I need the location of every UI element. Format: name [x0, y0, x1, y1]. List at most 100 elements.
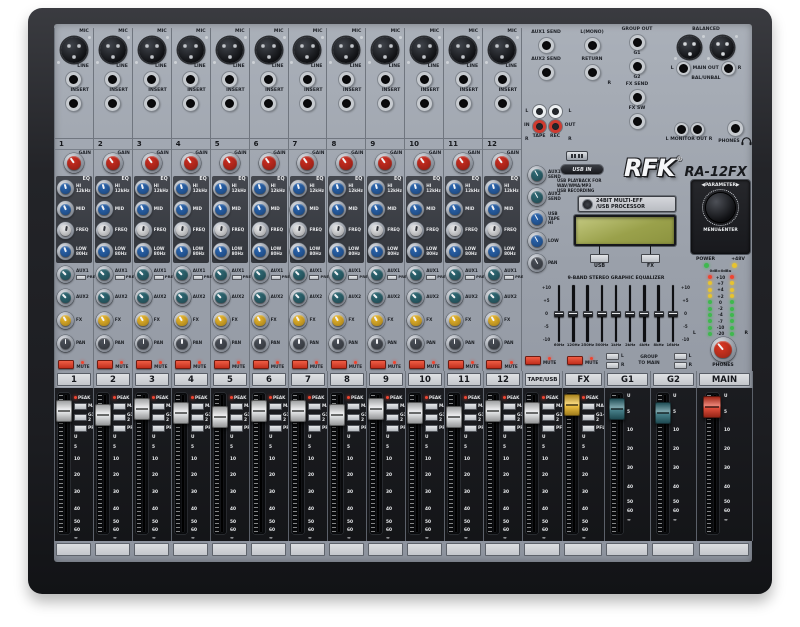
channel-12-fader-main-button[interactable] — [503, 403, 516, 410]
channel-12-eq-freq-knob[interactable] — [485, 222, 502, 239]
channel-10-eq-freq-knob[interactable] — [407, 222, 424, 239]
channel-10-eq-hi-knob[interactable] — [407, 180, 424, 197]
channel-7-aux2-knob[interactable] — [290, 289, 307, 306]
channel-1-aux2-knob[interactable] — [57, 289, 74, 306]
fx-fader[interactable] — [564, 394, 580, 416]
channel-11-fader-main-button[interactable] — [464, 403, 477, 410]
tape-usb-fader-g1-2-button[interactable] — [542, 414, 555, 421]
channel-7-fader-main-button[interactable] — [308, 403, 321, 410]
channel-6-gain-knob[interactable] — [259, 153, 279, 173]
channel-8-eq-low-knob[interactable] — [329, 243, 346, 260]
channel-1-aux1-knob[interactable] — [57, 266, 74, 283]
channel-3-mute-button[interactable] — [136, 360, 152, 369]
channel-2-gain-knob[interactable] — [103, 153, 123, 173]
channel-11-eq-mid-knob[interactable] — [446, 201, 463, 218]
channel-8-aux2-knob[interactable] — [329, 289, 346, 306]
channel-8-pan-knob[interactable] — [329, 335, 346, 352]
channel-8-aux1-pre-button[interactable] — [348, 275, 358, 280]
channel-7-aux1-pre-button[interactable] — [309, 275, 319, 280]
channel-9-eq-mid-knob[interactable] — [368, 201, 385, 218]
channel-3-fader-pfl-button[interactable] — [152, 425, 165, 432]
channel-10-fader-main-button[interactable] — [425, 403, 438, 410]
channel-5-aux2-knob[interactable] — [213, 289, 230, 306]
tape-usb-fader[interactable] — [524, 402, 540, 424]
channel-1-fx-knob[interactable] — [57, 312, 74, 329]
channel-9-aux1-pre-button[interactable] — [387, 275, 397, 280]
channel-10-fx-knob[interactable] — [407, 312, 424, 329]
channel-7-eq-hi-knob[interactable] — [290, 180, 307, 197]
channel-4-fader-main-button[interactable] — [191, 403, 204, 410]
channel-4-pan-knob[interactable] — [174, 335, 191, 352]
channel-9-eq-hi-knob[interactable] — [368, 180, 385, 197]
channel-2-fader-pfl-button[interactable] — [113, 425, 126, 432]
channel-10-gain-knob[interactable] — [414, 153, 434, 173]
channel-11-gain-knob[interactable] — [453, 153, 473, 173]
tape-usb-aux1-send-knob[interactable] — [528, 166, 546, 184]
channel-2-aux1-pre-button[interactable] — [115, 275, 125, 280]
channel-11-aux2-knob[interactable] — [446, 289, 463, 306]
channel-12-pan-knob[interactable] — [485, 335, 502, 352]
channel-5-eq-freq-knob[interactable] — [213, 222, 230, 239]
channel-6-fx-knob[interactable] — [252, 312, 269, 329]
channel-9-mute-button[interactable] — [370, 360, 386, 369]
channel-8-eq-freq-knob[interactable] — [329, 222, 346, 239]
geq-slider-4khz[interactable] — [639, 311, 649, 317]
channel-3-aux1-pre-button[interactable] — [154, 275, 164, 280]
channel-12-aux1-knob[interactable] — [485, 266, 502, 283]
channel-3-fader[interactable] — [134, 398, 150, 420]
channel-2-fader-main-button[interactable] — [113, 403, 126, 410]
channel-8-aux1-knob[interactable] — [329, 266, 346, 283]
tape-usb-usb-tape-hi-knob[interactable] — [528, 210, 546, 228]
channel-3-fader-main-button[interactable] — [152, 403, 165, 410]
channel-2-fader-g1-2-button[interactable] — [113, 414, 126, 421]
channel-3-aux2-knob[interactable] — [135, 289, 152, 306]
channel-3-fx-knob[interactable] — [135, 312, 152, 329]
channel-1-fader-main-button[interactable] — [74, 403, 87, 410]
channel-10-fader-pfl-button[interactable] — [425, 425, 438, 432]
channel-11-fader-pfl-button[interactable] — [464, 425, 477, 432]
group-g2-to-main-r-button[interactable] — [674, 362, 687, 369]
channel-5-pan-knob[interactable] — [213, 335, 230, 352]
channel-6-aux1-pre-button[interactable] — [271, 275, 281, 280]
channel-12-eq-low-knob[interactable] — [485, 243, 502, 260]
channel-7-fader[interactable] — [290, 400, 306, 422]
channel-6-aux2-knob[interactable] — [252, 289, 269, 306]
channel-5-fader[interactable] — [212, 406, 228, 428]
channel-4-aux1-knob[interactable] — [174, 266, 191, 283]
channel-8-mute-button[interactable] — [331, 360, 347, 369]
phones-level-knob[interactable] — [711, 337, 736, 362]
channel-12-fader-g1-2-button[interactable] — [503, 414, 516, 421]
channel-5-fader-main-button[interactable] — [230, 403, 243, 410]
channel-5-eq-low-knob[interactable] — [213, 243, 230, 260]
channel-9-pan-knob[interactable] — [368, 335, 385, 352]
channel-3-eq-freq-knob[interactable] — [135, 222, 152, 239]
channel-6-eq-freq-knob[interactable] — [252, 222, 269, 239]
channel-5-aux1-pre-button[interactable] — [232, 275, 242, 280]
channel-2-eq-low-knob[interactable] — [96, 243, 113, 260]
channel-1-eq-mid-knob[interactable] — [57, 201, 74, 218]
channel-4-fader-g1-2-button[interactable] — [191, 414, 204, 421]
channel-12-mute-button[interactable] — [486, 360, 502, 369]
geq-slider-8khz[interactable] — [654, 311, 664, 317]
channel-6-eq-mid-knob[interactable] — [252, 201, 269, 218]
channel-10-fader-g1-2-button[interactable] — [425, 414, 438, 421]
channel-1-gain-knob[interactable] — [64, 153, 84, 173]
channel-12-fader-pfl-button[interactable] — [503, 425, 516, 432]
channel-10-pan-knob[interactable] — [407, 335, 424, 352]
channel-7-fader-g1-2-button[interactable] — [308, 414, 321, 421]
channel-2-fader[interactable] — [95, 404, 111, 426]
channel-1-mute-button[interactable] — [58, 360, 74, 369]
channel-4-fader[interactable] — [173, 402, 189, 424]
channel-2-eq-freq-knob[interactable] — [96, 222, 113, 239]
geq-slider-500hz[interactable] — [597, 311, 607, 317]
channel-2-fx-knob[interactable] — [96, 312, 113, 329]
channel-12-aux1-pre-button[interactable] — [504, 275, 514, 280]
usb-mode-button[interactable] — [590, 254, 609, 263]
channel-9-aux1-knob[interactable] — [368, 266, 385, 283]
channel-8-fx-knob[interactable] — [329, 312, 346, 329]
group-g1-to-main-l-button[interactable] — [606, 353, 619, 360]
channel-11-eq-low-knob[interactable] — [446, 243, 463, 260]
channel-12-fader[interactable] — [485, 400, 501, 422]
channel-11-fx-knob[interactable] — [446, 312, 463, 329]
channel-1-fader-pfl-button[interactable] — [74, 425, 87, 432]
